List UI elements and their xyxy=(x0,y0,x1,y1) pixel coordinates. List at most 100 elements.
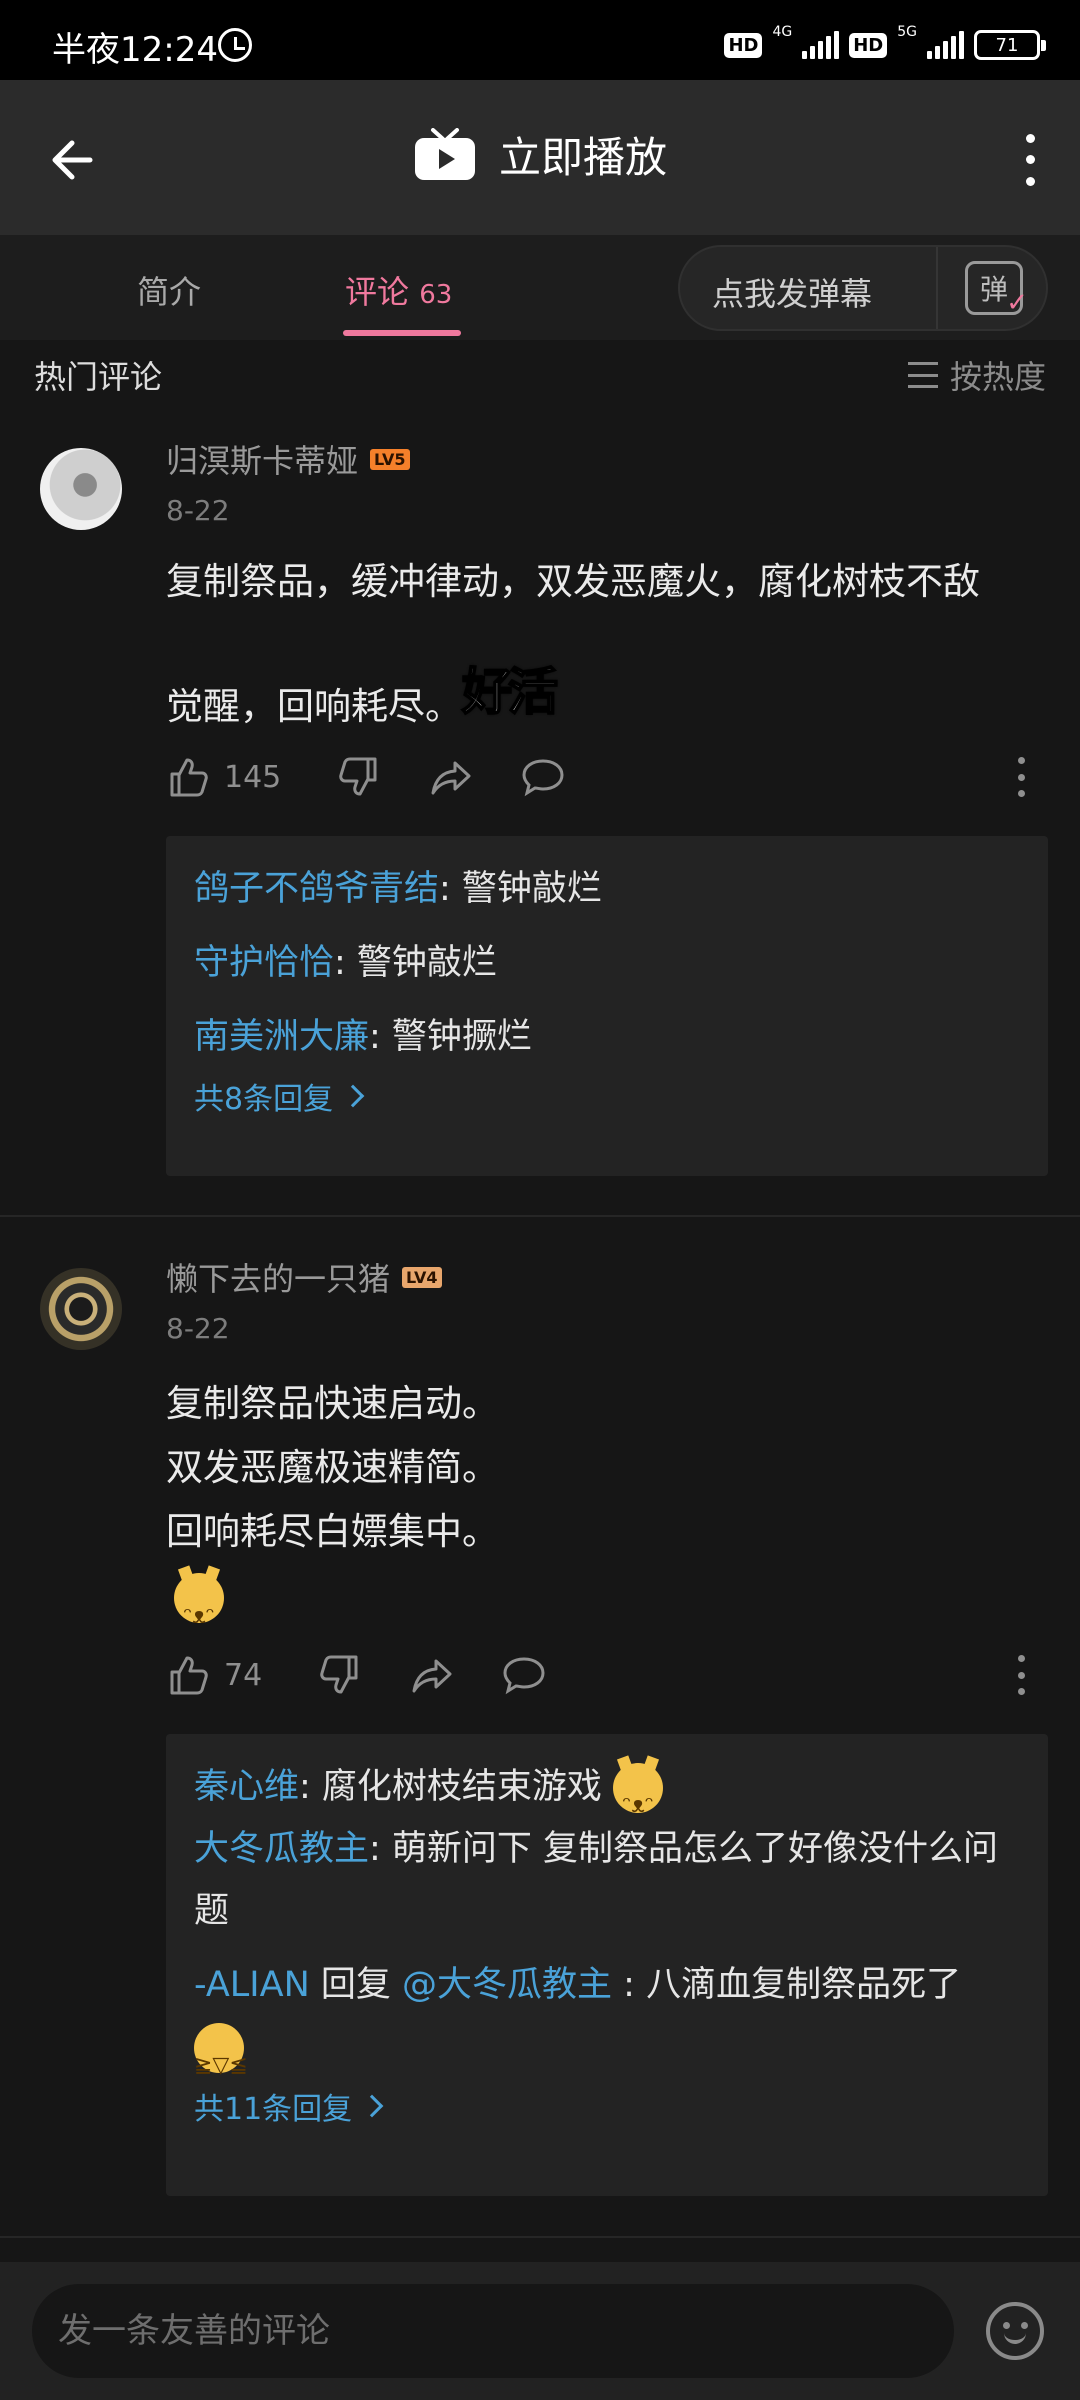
comment-line: 复制祭品，缓冲律动，双发恶魔火，腐化树枝不敌 xyxy=(166,560,980,603)
tab-comments-label: 评论 xyxy=(345,273,410,311)
reply-icon[interactable] xyxy=(521,755,565,799)
reply-item[interactable]: 秦心维: 腐化树枝结束游戏 ᵔᴥᵔ xyxy=(194,1756,1020,1818)
like-icon[interactable] xyxy=(166,755,210,799)
level-badge: LV5 xyxy=(370,448,410,470)
top-app-bar: 立即播放 xyxy=(0,80,1080,235)
reply-item[interactable]: 鸽子不鸽爷青结: 警钟敲烂 xyxy=(194,858,1020,920)
sticker-haohuo: 好活 xyxy=(461,662,559,722)
reply-item[interactable]: -ALIAN 回复 @大冬瓜教主 : 八滴血复制祭品死了 ≧▽≦ xyxy=(194,1954,1020,2078)
username-text: 归溟斯卡蒂娅 xyxy=(166,442,359,480)
comment-line-emoji: ᵔᴥᵔ xyxy=(166,1564,1046,1629)
hd-badge: HD xyxy=(849,32,888,58)
comment-date: 8-22 xyxy=(166,1312,230,1345)
comment-divider xyxy=(0,2236,1080,2238)
more-options-button[interactable] xyxy=(1010,128,1050,192)
sort-button[interactable]: 按热度 xyxy=(907,352,1046,398)
comment-line: 双发恶魔极速精简。 xyxy=(166,1446,499,1489)
doge-rose-emoji-icon: ᵔᴥᵔ xyxy=(613,1763,664,1818)
comment-line-wrap: 觉醒，回响耗尽。好活 xyxy=(166,662,1046,737)
reply-mention[interactable]: @大冬瓜教主 xyxy=(402,1965,612,2005)
dislike-icon[interactable] xyxy=(318,1653,362,1697)
reply-item[interactable]: 守护恰恰: 警钟敲烂 xyxy=(194,932,1020,994)
reply-connector: 回复 xyxy=(309,1965,403,2005)
comment-date: 8-22 xyxy=(166,494,230,527)
comment-username[interactable]: 归溟斯卡蒂娅 LV5 xyxy=(166,436,410,482)
section-title: 热门评论 xyxy=(34,358,163,396)
alarm-icon xyxy=(218,28,252,62)
username-text: 懒下去的一只猪 xyxy=(166,1260,391,1298)
view-all-replies-link[interactable]: 共11条回复 xyxy=(194,2084,1020,2128)
dot-icon xyxy=(1025,176,1035,186)
like-icon[interactable] xyxy=(166,1653,210,1697)
battery-icon: 71 xyxy=(974,30,1046,60)
network-type: 5G xyxy=(897,24,917,40)
hd-badge: HD xyxy=(724,32,763,58)
reply-item[interactable]: 大冬瓜教主: 萌新问下 复制祭品怎么了好像没什么问题 xyxy=(194,1818,1020,1942)
comment-more-button[interactable] xyxy=(1016,1655,1026,1695)
sort-label: 按热度 xyxy=(949,358,1046,396)
dot-icon xyxy=(1025,134,1035,144)
reply-total: 共8条回复 xyxy=(194,1082,334,1117)
reply-box[interactable]: 鸽子不鸽爷青结: 警钟敲烂 守护恰恰: 警钟敲烂 南美洲大廉: 警钟撅烂 共8条… xyxy=(166,836,1048,1176)
send-danmaku-button[interactable]: 点我发弹幕 弹 ✓ xyxy=(678,245,1048,331)
check-icon: ✓ xyxy=(1006,288,1028,318)
tab-intro[interactable]: 简介 xyxy=(137,267,201,313)
reply-icon[interactable] xyxy=(502,1653,546,1697)
divider xyxy=(936,247,938,329)
battery-level: 71 xyxy=(995,34,1019,56)
network-type: 4G xyxy=(772,24,793,40)
like-count: 145 xyxy=(224,759,282,795)
like-count: 74 xyxy=(224,1657,263,1693)
level-badge: LV4 xyxy=(402,1266,442,1288)
tab-comments[interactable]: 评论 63 xyxy=(345,267,452,313)
avatar[interactable] xyxy=(40,1268,122,1350)
tab-comments-count: 63 xyxy=(419,280,453,310)
reply-text: : 八滴血复制祭品死了 xyxy=(612,1965,962,2005)
status-time: 半夜12:24 xyxy=(52,30,218,70)
danmaku-toggle-icon[interactable]: 弹 ✓ xyxy=(965,261,1028,318)
reply-text: : 警钟敲烂 xyxy=(439,869,602,909)
status-indicators: HD 4G HD 5G 71 xyxy=(724,24,1046,62)
page-title: 立即播放 xyxy=(498,133,667,182)
status-bar: 半夜12:24 HD 4G HD 5G 71 xyxy=(0,0,1080,80)
avatar[interactable] xyxy=(40,448,122,530)
reply-box[interactable]: 秦心维: 腐化树枝结束游戏 ᵔᴥᵔ 大冬瓜教主: 萌新问下 复制祭品怎么了好像没… xyxy=(166,1734,1048,2196)
reply-username[interactable]: 守护恰恰 xyxy=(194,943,334,983)
comment-divider xyxy=(0,1215,1080,1217)
comment-line: 觉醒，回响耗尽。 xyxy=(166,685,462,728)
chevron-right-icon xyxy=(360,2094,384,2118)
reply-item[interactable]: 南美洲大廉: 警钟撅烂 xyxy=(194,1006,1020,1068)
reply-text: : 警钟敲烂 xyxy=(334,943,497,983)
comment-actions: 74 xyxy=(166,1650,546,1700)
comment-input[interactable] xyxy=(32,2284,954,2378)
share-icon[interactable] xyxy=(429,755,473,799)
comment-line: 回响耗尽白嫖集中。 xyxy=(166,1510,499,1553)
view-all-replies-link[interactable]: 共8条回复 xyxy=(194,1074,1020,1118)
reply-username[interactable]: 鸽子不鸽爷青结 xyxy=(194,869,439,909)
comment-text: 复制祭品，缓冲律动，双发恶魔火，腐化树枝不敌 觉醒，回响耗尽。好活 xyxy=(166,552,1046,737)
dislike-icon[interactable] xyxy=(337,755,381,799)
comment-composer-bar xyxy=(0,2262,1080,2400)
emoji-picker-icon[interactable] xyxy=(986,2302,1044,2360)
danmaku-label: 点我发弹幕 xyxy=(712,275,873,313)
play-now-button[interactable]: 立即播放 xyxy=(0,124,1080,185)
reply-username[interactable]: -ALIAN xyxy=(194,1965,310,2005)
comment-line: 复制祭品快速启动。 xyxy=(166,1382,499,1425)
signal-icon xyxy=(802,31,840,59)
doge-emoji-icon: ᵔᴥᵔ xyxy=(174,1572,224,1629)
reply-username[interactable]: 秦心维 xyxy=(194,1767,299,1807)
crying-laugh-emoji-icon: ≧▽≦ xyxy=(194,2023,248,2078)
comment-more-button[interactable] xyxy=(1016,757,1026,797)
reply-text: : 腐化树枝结束游戏 xyxy=(299,1767,602,1807)
comment-text: 复制祭品快速启动。 双发恶魔极速精简。 回响耗尽白嫖集中。 ᵔᴥᵔ xyxy=(166,1372,1046,1629)
sort-icon xyxy=(907,362,938,388)
reply-text: : 警钟撅烂 xyxy=(369,1017,532,1057)
reply-username[interactable]: 南美洲大廉 xyxy=(194,1017,369,1057)
danmaku-char: 弹 xyxy=(979,273,1008,306)
dot-icon xyxy=(1025,155,1035,165)
comment-actions: 145 xyxy=(166,752,565,802)
reply-username[interactable]: 大冬瓜教主 xyxy=(194,1829,369,1869)
share-icon[interactable] xyxy=(410,1653,454,1697)
tv-play-icon xyxy=(414,127,475,180)
comment-username[interactable]: 懒下去的一只猪 LV4 xyxy=(166,1254,442,1300)
